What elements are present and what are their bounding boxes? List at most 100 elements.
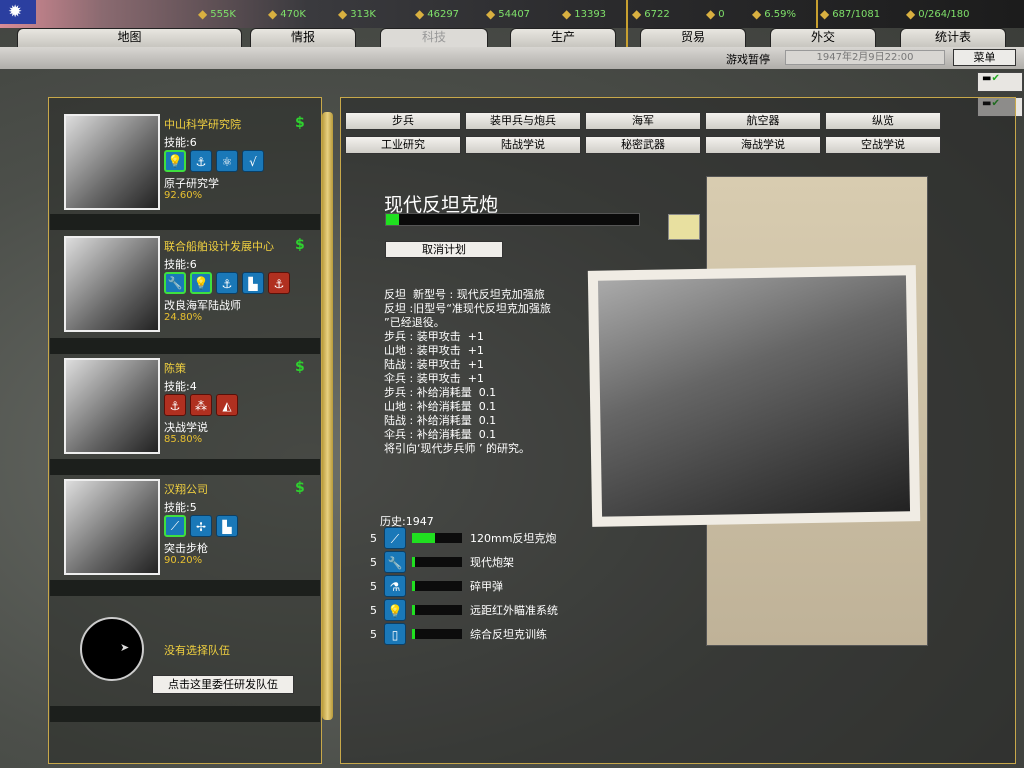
tab-6[interactable]: 统计表 [900, 28, 1006, 47]
sextant-icon: ◭ [216, 394, 238, 416]
component-progress [412, 557, 462, 567]
team-project: 决战学说 [164, 421, 208, 434]
wrench-icon: 🔧 [164, 272, 186, 294]
tab-2[interactable]: 科技 [380, 28, 488, 47]
empty-team-slot[interactable]: ➤ [80, 617, 144, 681]
team-scrollbar[interactable] [322, 112, 333, 720]
book-icon: ▯ [384, 623, 406, 645]
category-button[interactable]: 航空器 [705, 112, 821, 130]
resource-nuclear: ◆ 0 [706, 7, 725, 21]
resource-energy: ◆ 555K [198, 7, 236, 21]
date-display: 1947年2月9日22:00 [785, 50, 945, 65]
divider [50, 338, 320, 354]
tab-1[interactable]: 情报 [250, 28, 356, 47]
divider [50, 459, 320, 475]
component-progress [412, 605, 462, 615]
menu-button[interactable]: 菜单 [953, 49, 1016, 66]
land-unit-toggle[interactable]: ▬✔ [977, 72, 1023, 92]
team-name: 汉翔公司 [164, 483, 208, 496]
team-portrait [64, 358, 160, 454]
resource-transport: ◆ 687/1081 [820, 7, 881, 21]
tech-component: 5 ▯ 综合反坦克训练 [370, 623, 547, 645]
category-button[interactable]: 海军 [585, 112, 701, 130]
team-progress: 90.20% [164, 555, 203, 566]
nuclear-icon: ◆ [706, 7, 716, 21]
category-button[interactable]: 海战学说 [705, 136, 821, 154]
resource-rare-materials: ◆ 313K [338, 7, 376, 21]
money-icon: $ [295, 359, 305, 375]
money-icon: $ [295, 480, 305, 496]
tech-component: 5 💡 远距红外瞄准系统 [370, 599, 558, 621]
team-skill: 技能:6 [164, 136, 197, 149]
category-button[interactable]: 工业研究 [345, 136, 461, 154]
tab-0[interactable]: 地图 [17, 28, 242, 47]
money-icon: $ [295, 115, 305, 131]
supplies-icon: ◆ [486, 7, 496, 21]
divider [626, 0, 628, 47]
dissent-icon: ◆ [752, 7, 762, 21]
pause-label: 游戏暂停 [726, 53, 770, 66]
energy-icon: ◆ [198, 7, 208, 21]
tab-3[interactable]: 生产 [510, 28, 616, 47]
team-portrait [64, 236, 160, 332]
lightbulb-icon: 💡 [190, 272, 212, 294]
category-button[interactable]: 纵览 [825, 112, 941, 130]
propeller-icon: ✢ [190, 515, 212, 537]
atom-icon: ⚛ [216, 150, 238, 172]
artillery-icon: ⟋ [384, 527, 406, 549]
team-project: 突击步枪 [164, 542, 208, 555]
nation-flag[interactable]: ✹ [0, 0, 36, 24]
team-project: 原子研究学 [164, 177, 219, 190]
resource-convoy: ◆ 0/264/180 [906, 7, 970, 21]
wrench-icon: 🔧 [384, 551, 406, 573]
tab-5[interactable]: 外交 [770, 28, 876, 47]
team-progress: 85.80% [164, 434, 203, 445]
anchor-icon: ⚓ [216, 272, 238, 294]
team-skill: 技能:6 [164, 258, 197, 271]
math-icon: √ [242, 150, 264, 172]
oil-icon: ◆ [415, 7, 425, 21]
team-portrait [64, 114, 160, 210]
research-team-card[interactable]: 中山科学研究院 $ 技能:6 💡 ⚓ ⚛ √ 原子研究学 92.60% [62, 112, 322, 212]
transport-icon: ◆ [820, 7, 830, 21]
divider [50, 580, 320, 596]
tech-progress-bar [385, 213, 640, 226]
no-team-label: 没有选择队伍 [164, 644, 230, 657]
flask-icon: ⚗ [384, 575, 406, 597]
money-icon: $ [295, 237, 305, 253]
category-button[interactable]: 步兵 [345, 112, 461, 130]
team-progress: 24.80% [164, 312, 203, 323]
component-progress [412, 629, 462, 639]
research-team-card[interactable]: 陈策 $ 技能:4 ⚓ ⁂ ◭ 决战学说 85.80% [62, 356, 322, 456]
fleet-icon: ⁂ [190, 394, 212, 416]
team-skill: 技能:4 [164, 380, 197, 393]
team-name: 联合船舶设计发展中心 [164, 240, 274, 253]
component-progress [412, 581, 462, 591]
tab-4[interactable]: 贸易 [640, 28, 746, 47]
research-team-card[interactable]: 汉翔公司 $ 技能:5 ⟋ ✢ ▙ 突击步枪 90.20% [62, 477, 322, 577]
team-skill: 技能:5 [164, 501, 197, 514]
tech-component: 5 ⚗ 碎甲弹 [370, 575, 503, 597]
category-button[interactable]: 空战学说 [825, 136, 941, 154]
cancel-project-button[interactable]: 取消计划 [385, 241, 503, 258]
blueprint-icon[interactable] [668, 214, 700, 240]
lightbulb-icon: 💡 [384, 599, 406, 621]
resource-manpower: ◆ 6722 [632, 7, 670, 21]
metal-icon: ◆ [268, 7, 278, 21]
divider [50, 706, 320, 722]
research-team-card[interactable]: 联合船舶设计发展中心 $ 技能:6 🔧 💡 ⚓ ▙ ⚓ 改良海军陆战师 24.80% [62, 234, 322, 334]
tech-component: 5 ⟋ 120mm反坦克炮 [370, 527, 556, 549]
cursor-icon: ➤ [120, 641, 130, 654]
resource-money: ◆ 13393 [562, 7, 607, 21]
team-project: 改良海军陆战师 [164, 299, 241, 312]
resource-supplies: ◆ 54407 [486, 7, 531, 21]
category-button[interactable]: 秘密武器 [585, 136, 701, 154]
convoy-icon: ◆ [906, 7, 916, 21]
category-button[interactable]: 陆战学说 [465, 136, 581, 154]
factory-icon: ▙ [242, 272, 264, 294]
tech-description: 反坦 新型号 : 现代反坦克加强旅 反坦 :旧型号“准现代反坦克加强旅 ”已经退… [384, 288, 551, 455]
naval-doctrine-icon: ⚓ [268, 272, 290, 294]
category-button[interactable]: 装甲兵与炮兵 [465, 112, 581, 130]
assign-team-button[interactable]: 点击这里委任研发队伍 [152, 675, 294, 694]
resource-dissent: ◆ 6.59% [752, 7, 797, 21]
